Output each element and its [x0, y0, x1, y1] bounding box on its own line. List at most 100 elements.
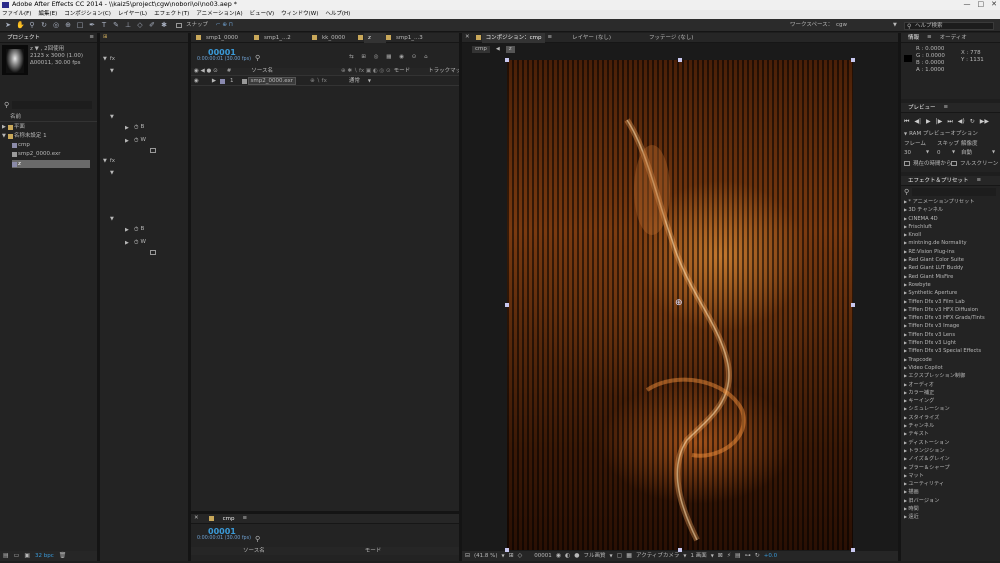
stopwatch-icon[interactable]: ⏱	[134, 124, 139, 131]
last-frame-icon[interactable]: ⏭	[947, 118, 952, 125]
effects-list-item[interactable]: ▶ 3D チャンネル	[904, 206, 999, 214]
snap-icons[interactable]: ⌐ ⊕ ⊓	[216, 22, 233, 29]
bottom-timeline-search-icon[interactable]: ⚲	[255, 535, 260, 543]
effects-list-item[interactable]: ▶ Synthetic Aperture	[904, 289, 999, 297]
camera-select[interactable]: アクティブカメラ	[636, 553, 679, 560]
col-source-name[interactable]: ソース名	[251, 68, 273, 75]
lock-icon[interactable]: ⊞	[103, 34, 108, 41]
effects-list-item[interactable]: ▶ チャンネル	[904, 422, 999, 430]
layer-switch-icons[interactable]: ⊕ ∖ fx	[310, 78, 327, 85]
effects-list-item[interactable]: ▶ RE:Vision Plug-ins	[904, 248, 999, 256]
effects-list-item[interactable]: ▶ Knoll	[904, 231, 999, 239]
layer-label-color[interactable]	[220, 78, 226, 84]
menu-composition[interactable]: コンポジション(C)	[64, 11, 111, 18]
transform-handle[interactable]	[678, 548, 682, 552]
effects-list-item[interactable]: ▶ 遠近	[904, 513, 999, 521]
project-item-folder-untitled[interactable]: ▼ 名称未設定 1	[2, 133, 47, 140]
effects-list-item[interactable]: ▶ エクスプレッション制御	[904, 372, 999, 380]
effects-list-item[interactable]: ▶ シミュレーション	[904, 405, 999, 413]
effects-list-item[interactable]: ▶ キーイング	[904, 397, 999, 405]
tab-smp1-2[interactable]: smp1_...2	[260, 33, 312, 43]
effects-list-item[interactable]: ▶ オーディオ	[904, 381, 999, 389]
fx-badge[interactable]: fx	[110, 56, 115, 63]
effects-list-item[interactable]: ▶ Trapcode	[904, 356, 999, 364]
camera-tool-icon[interactable]: ◎	[52, 21, 60, 29]
region-icon[interactable]: ▢	[617, 552, 623, 559]
mask-icon[interactable]: ◇	[518, 552, 523, 559]
snap-checkbox[interactable]	[176, 23, 182, 28]
views-chevron-down-icon[interactable]: ▼	[711, 553, 714, 559]
skip-chevron-down-icon[interactable]: ▼	[952, 149, 955, 155]
effects-search-input[interactable]	[912, 188, 996, 196]
project-search-icon[interactable]: ⚲	[4, 101, 9, 109]
effects-list-item[interactable]: ▶ CINEMA 4D	[904, 215, 999, 223]
always-preview-icon[interactable]: ⊟	[465, 552, 470, 559]
effects-list-item[interactable]: ▶ * アニメーションプリセット	[904, 198, 999, 206]
effects-list-item[interactable]: ▶ 時間	[904, 505, 999, 513]
layer-name[interactable]: smp2_0000.exr	[247, 76, 297, 86]
effect1-process[interactable]: ▼	[110, 114, 117, 120]
project-search-input[interactable]	[12, 101, 92, 109]
timeline-icon[interactable]: ▤	[735, 552, 741, 559]
frame-rate-select[interactable]: 30	[904, 150, 911, 157]
grid-icon[interactable]: ⊞	[509, 552, 514, 559]
effect2-channel-in[interactable]: ▼	[110, 170, 117, 176]
effects-list-item[interactable]: ▶ Red Giant Color Suite	[904, 256, 999, 264]
transform-handle[interactable]	[505, 548, 509, 552]
menu-file[interactable]: ファイル(F)	[2, 11, 31, 18]
tab-smp1-0000[interactable]: smp1_0000	[202, 33, 254, 43]
project-item-z[interactable]: z	[12, 160, 90, 168]
lock-icon[interactable]	[475, 35, 481, 40]
snapshot-icon[interactable]: ◉	[556, 552, 561, 559]
loop-icon[interactable]: ↻	[970, 118, 975, 125]
show-snapshot-icon[interactable]: ◐	[565, 552, 570, 559]
tab-project[interactable]: プロジェクト	[3, 33, 44, 43]
first-frame-icon[interactable]: ⏮	[904, 118, 909, 125]
camera-chevron-down-icon[interactable]: ▼	[683, 553, 686, 559]
tab-info[interactable]: 情報	[904, 33, 923, 43]
transform-handle[interactable]	[505, 58, 509, 62]
zoom-chevron-down-icon[interactable]: ▼	[502, 553, 505, 559]
effects-list-item[interactable]: ▶ mintning.de Normality	[904, 239, 999, 247]
panel-menu-icon[interactable]: ≡	[547, 34, 552, 41]
frame-rate-chevron-down-icon[interactable]: ▼	[926, 149, 929, 155]
effects-list-item[interactable]: ▶ ブラー＆シャープ	[904, 464, 999, 472]
effect1-unmult-checkbox[interactable]	[150, 148, 156, 153]
effects-list-item[interactable]: ▶ Red Giant LUT Buddy	[904, 264, 999, 272]
effects-list-item[interactable]: ▶ Tiffen Dfx v3 HFX Grads/Tints	[904, 314, 999, 322]
skip-select[interactable]: 0	[937, 150, 941, 157]
col-name[interactable]: 名前	[10, 114, 21, 121]
effect2-header[interactable]: ▼ fx	[103, 158, 187, 165]
zoom-tool-icon[interactable]: ⚲	[28, 21, 36, 29]
menu-layer[interactable]: レイヤー(L)	[118, 11, 147, 18]
transparency-grid-icon[interactable]: ▦	[626, 552, 632, 559]
rectangle-tool-icon[interactable]: □	[76, 21, 84, 29]
project-item-folder-flat[interactable]: ▶ 平面	[2, 124, 25, 131]
stopwatch-icon[interactable]: ⏱	[134, 239, 139, 246]
effect2-param1[interactable]: ▶ ⏱ B	[125, 226, 144, 233]
effects-list-item[interactable]: ▶ トランジション	[904, 447, 999, 455]
effects-list-item[interactable]: ▶ カラー補正	[904, 389, 999, 397]
effects-list-item[interactable]: ▶ ユーティリティ	[904, 480, 999, 488]
audio-icon[interactable]: ◀)	[958, 118, 965, 125]
puppet-tool-icon[interactable]: ✱	[160, 21, 168, 29]
menu-edit[interactable]: 編集(E)	[38, 11, 57, 18]
effects-list-item[interactable]: ▶ スタイライズ	[904, 414, 999, 422]
hand-tool-icon[interactable]: ✋	[16, 21, 25, 29]
effects-list-item[interactable]: ▶ 旧バージョン	[904, 497, 999, 505]
effect1-header[interactable]: ▼ fx	[103, 56, 187, 63]
timeline-switch-icons[interactable]: ⇆ ⊞ ◎ ▦ ◉ ⊙ ⌂	[349, 54, 431, 61]
selection-tool-icon[interactable]: ➤	[4, 21, 12, 29]
tab-smp1-3[interactable]: smp1_...3	[392, 33, 427, 43]
effect1-param1[interactable]: ▶ ⏱ B	[125, 124, 144, 131]
panel-menu-icon[interactable]: ≡	[944, 104, 949, 111]
project-item-exr[interactable]: smp2_0000.exr	[12, 151, 61, 158]
stopwatch-icon[interactable]: ⏱	[134, 137, 139, 144]
tab-layer-none[interactable]: レイヤー (なし)	[568, 33, 615, 43]
effects-list-item[interactable]: ▶ Tiffen Dfx v3 Image	[904, 322, 999, 330]
current-frame[interactable]: 00001	[534, 553, 552, 560]
tab-effect-controls[interactable]	[112, 33, 120, 43]
new-comp-icon[interactable]: ▣	[24, 552, 30, 559]
next-frame-icon[interactable]: |▶	[936, 118, 943, 125]
panel-menu-icon[interactable]: ≡	[977, 177, 982, 184]
